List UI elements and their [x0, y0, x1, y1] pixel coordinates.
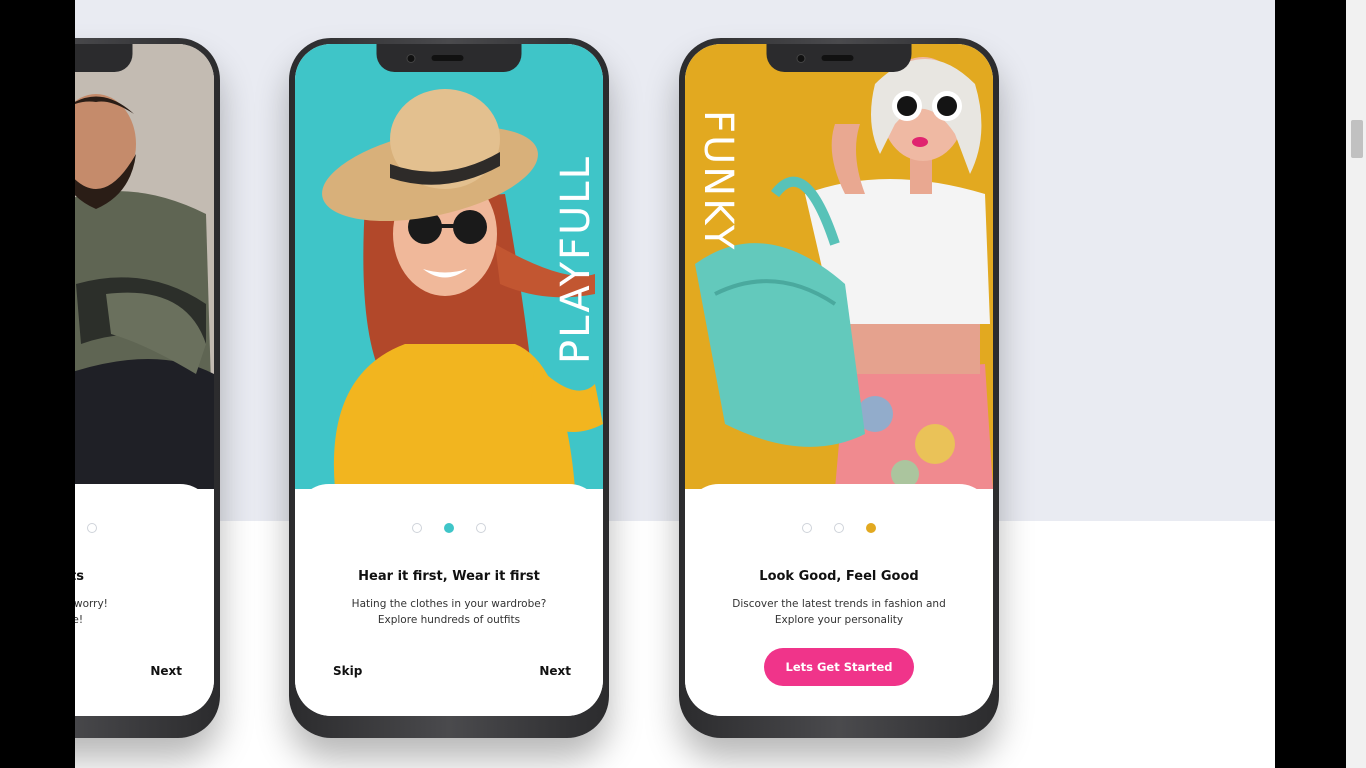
get-started-button[interactable]: Lets Get Started	[764, 648, 914, 686]
phone-mockup-3: FUNKY Look Good, Feel Good Discover the …	[679, 38, 999, 738]
pager-dot-1[interactable]	[412, 523, 422, 533]
hero-photo-man	[75, 44, 214, 489]
onboarding-description: utfit? Don't worry! tfit here!	[75, 598, 108, 626]
phone-notch	[376, 44, 522, 72]
phone-screen-2: PLAYFULL Hear it first, Wear it first Ha…	[295, 44, 603, 716]
onboarding-title: Look Good, Feel Good	[759, 569, 919, 584]
phone-screen-1: outfits utfit? Don't worry! tfit here! N…	[75, 44, 214, 716]
onboarding-description: Hating the clothes in your wardrobe? Exp…	[351, 598, 547, 626]
phone-notch	[766, 44, 912, 72]
next-button[interactable]: Next	[539, 664, 571, 678]
onboarding-title: Hear it first, Wear it first	[358, 569, 540, 584]
pager-dot-2-active[interactable]	[444, 523, 454, 533]
onboarding-title: outfits	[75, 569, 84, 584]
pager-dot-3-active[interactable]	[866, 523, 876, 533]
phone-notch	[75, 44, 133, 72]
scrollbar-thumb[interactable]	[1351, 120, 1363, 158]
background-band	[75, 0, 1275, 521]
phone-mockup-2: PLAYFULL Hear it first, Wear it first Ha…	[289, 38, 609, 738]
pager-dot[interactable]	[87, 523, 97, 533]
pager-dots	[295, 523, 603, 533]
pager-dot-1[interactable]	[802, 523, 812, 533]
phone-screen-3: FUNKY Look Good, Feel Good Discover the …	[685, 44, 993, 716]
vertical-word-funky: FUNKY	[695, 110, 741, 252]
pager-dot-2[interactable]	[834, 523, 844, 533]
phone-mockup-1: outfits utfit? Don't worry! tfit here! N…	[75, 38, 220, 738]
pager-dot-3[interactable]	[476, 523, 486, 533]
onboarding-description: Discover the latest trends in fashion an…	[732, 598, 946, 626]
onboarding-card-3: Look Good, Feel Good Discover the latest…	[685, 484, 993, 716]
next-button[interactable]: Next	[150, 664, 182, 678]
showcase-page: outfits utfit? Don't worry! tfit here! N…	[75, 0, 1275, 768]
onboarding-card-1: outfits utfit? Don't worry! tfit here! N…	[75, 484, 214, 716]
vertical-word-playfull: PLAYFULL	[553, 155, 599, 364]
onboarding-card-2: Hear it first, Wear it first Hating the …	[295, 484, 603, 716]
skip-button[interactable]: Skip	[333, 664, 362, 678]
pager-dots	[685, 523, 993, 533]
pager-dots	[75, 523, 214, 533]
page-scrollbar[interactable]	[1346, 0, 1366, 768]
